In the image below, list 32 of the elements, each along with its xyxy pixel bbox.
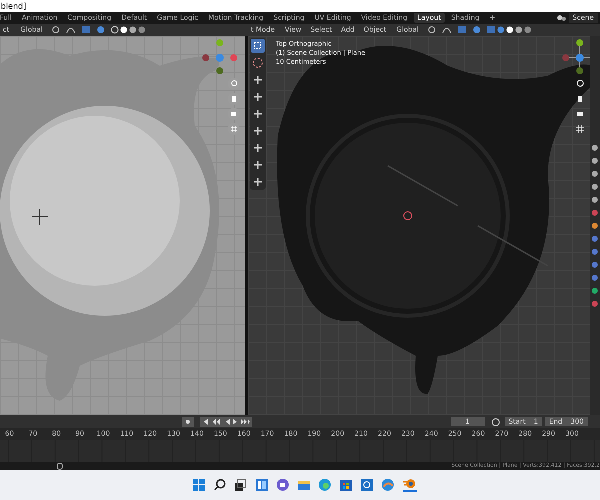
snap-icon[interactable] — [50, 26, 61, 34]
search-icon[interactable] — [214, 479, 226, 491]
store-icon[interactable] — [340, 479, 352, 491]
proportional-icon[interactable] — [442, 26, 452, 34]
scene-icon[interactable] — [556, 14, 567, 22]
shading-icon[interactable] — [487, 26, 533, 34]
mouse-icon — [57, 462, 63, 470]
task-view-icon[interactable] — [235, 479, 247, 491]
xray-icon[interactable] — [472, 26, 482, 34]
proportional-icon[interactable] — [66, 26, 76, 34]
overlay-icon[interactable] — [457, 26, 467, 34]
browser-icon[interactable] — [319, 479, 331, 491]
stopwatch-icon[interactable] — [490, 416, 502, 426]
folder-icon[interactable] — [298, 479, 310, 491]
snap-icon[interactable] — [427, 26, 437, 34]
timeline-track-area[interactable] — [0, 440, 600, 462]
cursor-icon[interactable] — [251, 56, 265, 70]
properties-tab-strip[interactable] — [590, 36, 600, 415]
playback-controls-icon[interactable] — [200, 416, 252, 426]
xray-icon[interactable] — [96, 26, 106, 34]
window-title: blend] — [1, 2, 26, 10]
app-logo-icon[interactable] — [403, 478, 417, 492]
windows-logo-icon[interactable] — [193, 479, 205, 491]
overlay-icon[interactable] — [80, 26, 91, 34]
select-box-icon[interactable] — [251, 39, 265, 53]
grid-icon[interactable] — [574, 123, 586, 135]
browser-icon[interactable] — [382, 479, 394, 491]
shading-icon[interactable] — [110, 26, 147, 34]
chat-icon[interactable] — [277, 479, 289, 491]
widgets-icon[interactable] — [256, 479, 268, 491]
record-icon[interactable] — [182, 416, 194, 426]
app-icon[interactable] — [361, 479, 373, 491]
